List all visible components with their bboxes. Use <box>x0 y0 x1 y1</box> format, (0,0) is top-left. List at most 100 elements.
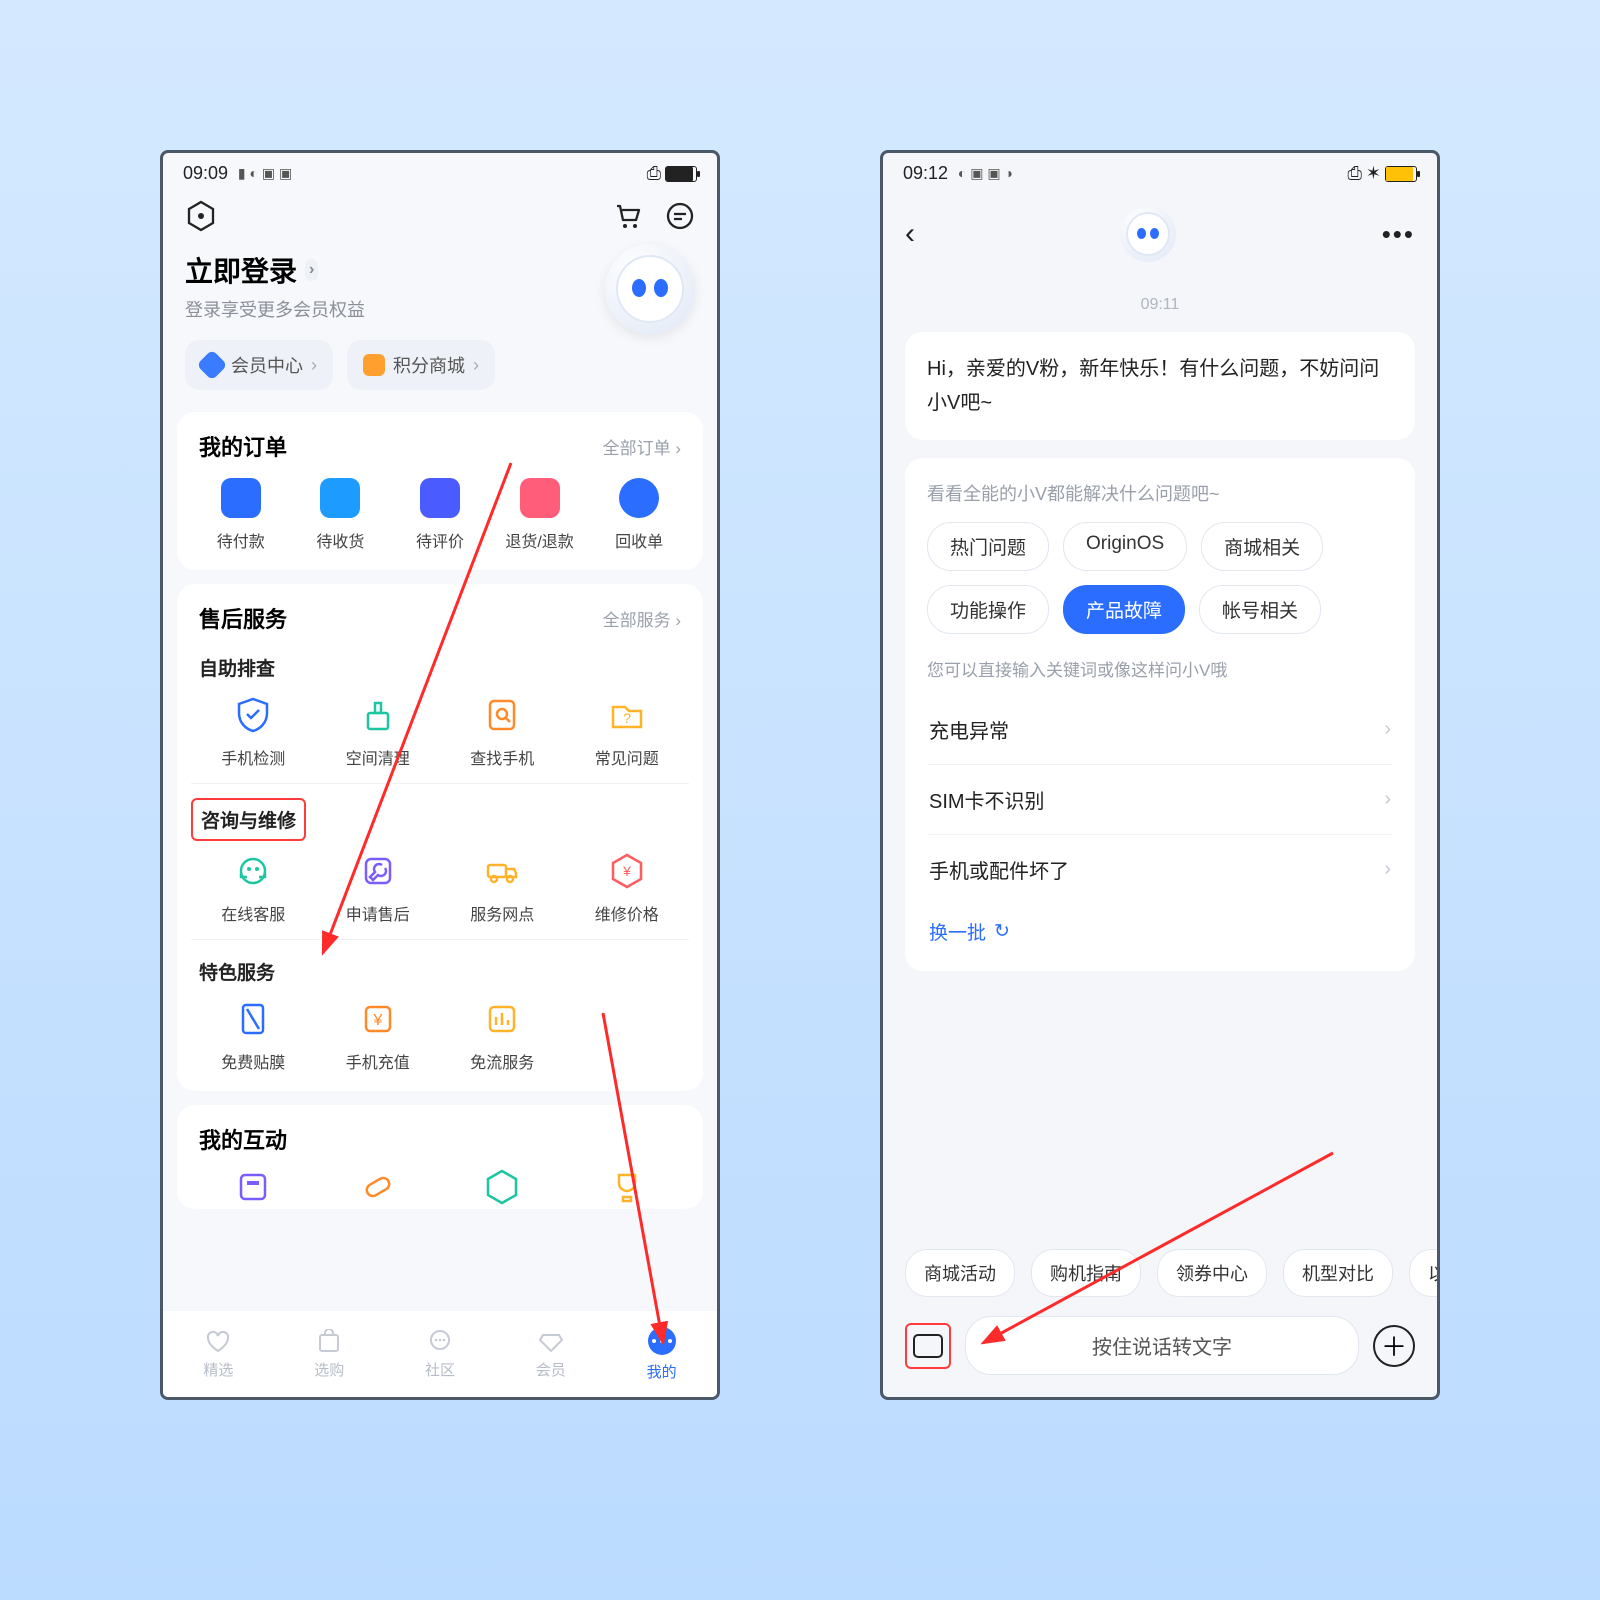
voice-input[interactable]: 按住说话转文字 <box>965 1316 1359 1375</box>
interact-3[interactable] <box>440 1167 565 1207</box>
svg-text:?: ? <box>623 710 631 726</box>
price-hex-icon: ¥ <box>607 851 647 891</box>
faq-charging[interactable]: 充电异常› <box>927 695 1393 764</box>
self-clean[interactable]: 空间清理 <box>316 695 441 769</box>
data-icon <box>482 999 522 1039</box>
chip-product-fault[interactable]: 产品故障 <box>1063 585 1185 634</box>
qchip-guide[interactable]: 购机指南 <box>1031 1249 1141 1297</box>
chip-function[interactable]: 功能操作 <box>927 585 1049 634</box>
tab-mine[interactable]: 我的 <box>606 1327 717 1382</box>
interact-1[interactable] <box>191 1167 316 1207</box>
status-time: 09:09 <box>183 163 228 184</box>
diamond-icon <box>537 1329 565 1353</box>
wifi-icon: ✶ <box>1366 163 1381 184</box>
more-button[interactable]: ••• <box>1382 219 1415 250</box>
faq-broken[interactable]: 手机或配件坏了› <box>927 835 1393 904</box>
tab-label: 精选 <box>203 1359 233 1380</box>
add-button[interactable]: ＋ <box>1373 1325 1415 1367</box>
aftersale-title: 售后服务 <box>199 602 287 634</box>
qchip-compare[interactable]: 机型对比 <box>1283 1249 1393 1297</box>
settings-hex-icon[interactable] <box>185 200 217 232</box>
chip-originos[interactable]: OriginOS <box>1063 522 1187 571</box>
consult-online-service[interactable]: 在线客服 <box>191 851 316 925</box>
diamond-icon <box>196 349 227 380</box>
status-icons: ▮ ◐ ▣ ▣ <box>234 165 292 182</box>
chip-account[interactable]: 帐号相关 <box>1199 585 1321 634</box>
consult-repair-price[interactable]: ¥维修价格 <box>565 851 690 925</box>
plus-icon: ＋ <box>1381 1327 1407 1364</box>
order-recycle[interactable]: 回收单 <box>589 478 689 552</box>
interact-title: 我的互动 <box>199 1123 287 1155</box>
refresh-button[interactable]: 换一批↻ <box>927 904 1393 949</box>
status-bar: 09:09 ▮ ◐ ▣ ▣ ⎙ <box>163 153 717 190</box>
self-faq[interactable]: ?常见问题 <box>565 695 690 769</box>
special-free-film[interactable]: 免费贴膜 <box>191 999 316 1073</box>
section-consult: 咨询与维修 <box>191 798 306 841</box>
refresh-icon: ↻ <box>994 920 1010 943</box>
refund-icon <box>520 478 560 518</box>
self-find-phone[interactable]: 查找手机 <box>440 695 565 769</box>
consult-network[interactable]: 服务网点 <box>440 851 565 925</box>
keyboard-icon <box>913 1334 943 1358</box>
tab-label: 选购 <box>314 1359 344 1380</box>
interact-2[interactable] <box>316 1167 441 1207</box>
input-hint: 您可以直接输入关键词或像这样问小V哦 <box>927 656 1393 681</box>
bot-avatar[interactable] <box>1120 206 1176 262</box>
signal-icon: ⎙ <box>647 163 661 184</box>
member-center-button[interactable]: 会员中心 › <box>185 340 333 390</box>
special-recharge[interactable]: ¥手机充值 <box>316 999 441 1073</box>
order-refund[interactable]: 退货/退款 <box>490 478 590 552</box>
tab-community[interactable]: 社区 <box>385 1329 496 1380</box>
order-pending-receive[interactable]: 待收货 <box>291 478 391 552</box>
order-pending-review[interactable]: 待评价 <box>390 478 490 552</box>
faq-sim[interactable]: SIM卡不识别› <box>927 765 1393 834</box>
special-free-data[interactable]: 免流服务 <box>440 999 565 1073</box>
chip-hot[interactable]: 热门问题 <box>927 522 1049 571</box>
wallet-icon <box>221 478 261 518</box>
cart-icon[interactable] <box>613 201 643 231</box>
login-title: 立即登录 <box>185 250 297 290</box>
chat-header: ‹ ••• <box>883 190 1437 278</box>
label: 在线客服 <box>221 901 285 925</box>
keyboard-toggle[interactable] <box>905 1323 951 1369</box>
tab-featured[interactable]: 精选 <box>163 1329 274 1380</box>
interact-4[interactable] <box>565 1167 690 1207</box>
faq-label: 充电异常 <box>929 715 1009 744</box>
tab-label: 我的 <box>647 1361 677 1382</box>
self-phone-check[interactable]: 手机检测 <box>191 695 316 769</box>
headset-icon <box>233 851 273 891</box>
aftersale-more-link[interactable]: 全部服务 › <box>603 606 681 631</box>
chevron-right-icon: › <box>473 355 479 376</box>
label: 退货/退款 <box>505 528 573 552</box>
trophy-icon <box>607 1167 647 1207</box>
screen-profile: 09:09 ▮ ◐ ▣ ▣ ⎙ 立即登录 › 登录享受更多会员权益 会员中心 › <box>160 150 720 1400</box>
qchip-coupon[interactable]: 领券中心 <box>1157 1249 1267 1297</box>
qchip-more[interactable]: 以 <box>1409 1249 1437 1297</box>
chip-mall[interactable]: 商城相关 <box>1201 522 1323 571</box>
qchip-activity[interactable]: 商城活动 <box>905 1249 1015 1297</box>
points-mall-button[interactable]: 积分商城 › <box>347 340 495 390</box>
wrench-icon <box>358 851 398 891</box>
bot-avatar[interactable] <box>605 244 695 334</box>
screen-chat: 09:12 ◐ ▣ ▣ ◑ ⎙ ✶ ‹ ••• 09:11 Hi，亲爱的V粉，新… <box>880 150 1440 1400</box>
tab-shop[interactable]: 选购 <box>274 1329 385 1380</box>
orders-card: 我的订单 全部订单 › 待付款 待收货 待评价 退货/退款 回收单 <box>177 412 703 570</box>
topic-chips: 热门问题 OriginOS 商城相关 功能操作 产品故障 帐号相关 <box>927 522 1393 634</box>
help-panel: 看看全能的小V都能解决什么问题吧~ 热门问题 OriginOS 商城相关 功能操… <box>905 458 1415 971</box>
chevron-right-icon: › <box>311 355 317 376</box>
broom-icon <box>358 695 398 735</box>
svg-text:¥: ¥ <box>372 1012 382 1029</box>
message-icon[interactable] <box>665 201 695 231</box>
orders-more-link[interactable]: 全部订单 › <box>603 434 681 459</box>
tab-label: 会员 <box>536 1359 566 1380</box>
label: 空间清理 <box>346 745 410 769</box>
order-pending-pay[interactable]: 待付款 <box>191 478 291 552</box>
consult-apply[interactable]: 申请售后 <box>316 851 441 925</box>
orders-grid: 待付款 待收货 待评价 退货/退款 回收单 <box>191 478 689 552</box>
comment-icon <box>420 478 460 518</box>
label: 免费贴膜 <box>221 1049 285 1073</box>
post-icon <box>233 1167 273 1207</box>
quick-chips: 商城活动 购机指南 领券中心 机型对比 以 <box>883 1249 1437 1297</box>
tab-member[interactable]: 会员 <box>495 1329 606 1380</box>
back-button[interactable]: ‹ <box>905 217 915 251</box>
